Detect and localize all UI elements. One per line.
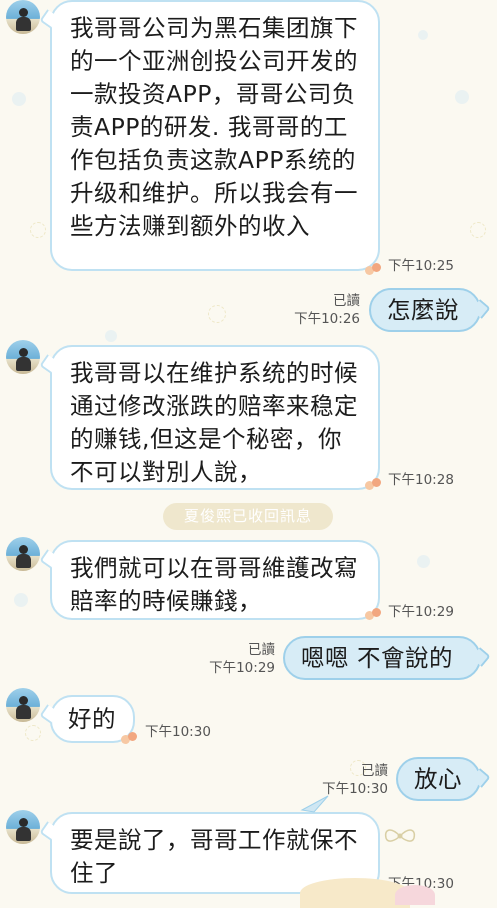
bg-bubble: [418, 30, 428, 40]
message-text: 怎麼說: [387, 296, 459, 324]
read-receipt: 已讀: [248, 642, 275, 658]
bubble-decoration: [121, 732, 137, 744]
recall-notice: 夏俊熙已收回訊息: [163, 503, 333, 530]
avatar[interactable]: [6, 0, 40, 34]
bg-bubble: [417, 555, 430, 568]
message-bubble-outgoing[interactable]: 怎麼說: [369, 288, 481, 332]
bubble-decoration: [365, 263, 381, 275]
character-decoration: [300, 878, 410, 908]
message-text: 我哥哥公司为黑石集团旗下的一个亚洲创投公司开发的一款投资APP，哥哥公司负责AP…: [70, 14, 358, 240]
message-bubble-incoming[interactable]: 我哥哥公司为黑石集团旗下的一个亚洲创投公司开发的一款投资APP，哥哥公司负责AP…: [50, 0, 380, 271]
message-time: 下午10:28: [388, 472, 454, 488]
bg-ring: [470, 222, 486, 238]
message-time: 下午10:30: [145, 724, 211, 740]
message-text: 放心: [414, 765, 462, 793]
bg-ring: [30, 222, 46, 238]
paper-plane-icon: [300, 795, 329, 813]
message-time: 下午10:25: [388, 258, 454, 274]
read-receipt: 已讀: [361, 763, 388, 779]
read-receipt: 已讀: [333, 293, 360, 309]
message-bubble-outgoing[interactable]: 嗯嗯 不會說的: [283, 636, 481, 680]
avatar[interactable]: [6, 340, 40, 374]
bg-ring: [25, 725, 41, 741]
character-decoration: [395, 885, 435, 905]
message-text: 嗯嗯 不會說的: [301, 644, 453, 672]
bg-bubble: [105, 330, 117, 342]
message-text: 要是說了，哥哥工作就保不住了: [70, 826, 358, 887]
bg-bubble: [14, 593, 28, 607]
message-text: 好的: [68, 705, 116, 733]
bubble-decoration: [365, 478, 381, 490]
avatar[interactable]: [6, 537, 40, 571]
message-text: 我們就可以在哥哥維護改寫賠率的時候賺錢，: [70, 554, 358, 615]
message-meta: 已讀 下午10:26: [270, 292, 360, 328]
bg-bubble: [455, 90, 469, 104]
message-meta: 已讀 下午10:29: [185, 641, 275, 677]
bubble-decoration: [365, 608, 381, 620]
avatar[interactable]: [6, 810, 40, 844]
message-bubble-incoming[interactable]: 我們就可以在哥哥維護改寫賠率的時候賺錢，: [50, 540, 380, 620]
message-time: 下午10:29: [388, 604, 454, 620]
bow-icon: [384, 829, 416, 842]
message-text: 我哥哥以在维护系统的时候通过修改涨跌的赔率来稳定的赚钱,但这是个秘密，你不可以對…: [70, 359, 358, 486]
avatar[interactable]: [6, 688, 40, 722]
message-bubble-outgoing[interactable]: 放心: [396, 757, 481, 801]
bg-bubble: [12, 92, 26, 106]
message-time: 下午10:26: [294, 311, 360, 327]
bg-ring: [208, 305, 226, 323]
message-time: 下午10:29: [209, 660, 275, 676]
message-bubble-incoming[interactable]: 我哥哥以在维护系统的时候通过修改涨跌的赔率来稳定的赚钱,但这是个秘密，你不可以對…: [50, 345, 380, 490]
